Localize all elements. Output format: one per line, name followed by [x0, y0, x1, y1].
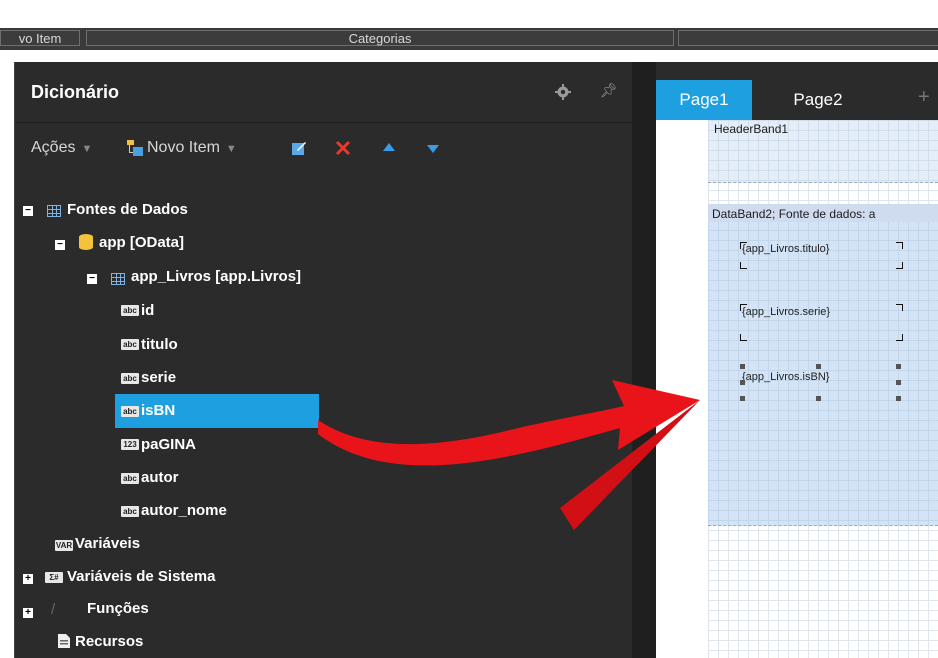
document-icon: [58, 634, 70, 648]
arrow-up-icon[interactable]: [381, 140, 397, 156]
string-type-icon: abc: [121, 406, 139, 417]
header-band-label: HeaderBand1: [714, 122, 789, 136]
tree-item-functions[interactable]: Funções: [87, 598, 149, 620]
table-icon: [47, 205, 61, 217]
tree-item-system-variables[interactable]: Variáveis de Sistema: [67, 566, 215, 588]
actions-menu[interactable]: Ações ▼: [31, 137, 92, 159]
resize-handle[interactable]: [816, 364, 821, 369]
panel-divider: [632, 62, 656, 658]
collapse-icon[interactable]: −: [55, 240, 65, 250]
field-corner: [896, 242, 903, 249]
tree-item-data-sources[interactable]: Fontes de Dados: [67, 199, 188, 221]
string-type-icon: abc: [121, 305, 139, 316]
new-item-menu[interactable]: Novo Item ▼: [147, 137, 237, 159]
expand-icon[interactable]: +: [23, 608, 33, 618]
pin-icon[interactable]: 📌︎: [600, 82, 618, 99]
add-page-icon[interactable]: +: [918, 86, 930, 109]
resize-handle[interactable]: [740, 364, 745, 369]
report-designer: Page1 Page2 + HeaderBand1 DataBand2; Fon…: [656, 62, 938, 658]
new-item-icon: [127, 140, 143, 156]
tree-item-variables[interactable]: Variáveis: [75, 533, 140, 555]
actions-label: Ações: [31, 139, 76, 156]
top-toolbar: vo Item Categorias: [0, 28, 938, 50]
designer-window: vo Item Categorias Dicionário 📌︎ Ações ▼ …: [0, 0, 938, 658]
dictionary-panel: Dicionário 📌︎ Ações ▼ Novo Item ▼ − Font…: [14, 62, 633, 658]
field-corner: [896, 304, 903, 311]
string-type-icon: abc: [121, 473, 139, 484]
number-type-icon: 123: [121, 439, 139, 450]
tree-item-column-isbn[interactable]: isBN: [141, 400, 175, 422]
function-icon: /: [51, 601, 56, 618]
tree-item-column-autor-nome[interactable]: autor_nome: [141, 500, 227, 522]
data-band-label: DataBand2; Fonte de dados: a: [712, 207, 876, 221]
gear-icon[interactable]: [555, 84, 571, 100]
arrow-down-icon[interactable]: [425, 140, 441, 156]
expand-icon[interactable]: +: [23, 574, 33, 584]
tree-item-column-serie[interactable]: serie: [141, 367, 176, 389]
divider: [15, 122, 633, 123]
text-field-serie[interactable]: {app_Livros.serie}: [742, 306, 830, 318]
panel-title: Dicionário: [31, 82, 120, 102]
collapse-icon[interactable]: −: [23, 206, 33, 216]
variable-icon: VAR: [55, 540, 73, 551]
page-tabs: Page1 Page2 +: [656, 62, 938, 120]
string-type-icon: abc: [121, 373, 139, 384]
field-corner: [740, 334, 747, 341]
edit-icon[interactable]: [291, 140, 307, 156]
new-item-label: Novo Item: [147, 139, 220, 156]
tree-item-table[interactable]: app_Livros [app.Livros]: [131, 266, 301, 288]
chevron-down-icon: ▼: [225, 143, 237, 155]
text-field-titulo[interactable]: {app_Livros.titulo}: [742, 243, 829, 255]
field-corner: [896, 334, 903, 341]
collapse-icon[interactable]: −: [87, 274, 97, 284]
string-type-icon: abc: [121, 506, 139, 517]
tab-page1[interactable]: Page1: [656, 80, 752, 120]
tree-item-column-id[interactable]: id: [141, 300, 154, 322]
tree-item-column-titulo[interactable]: titulo: [141, 334, 178, 356]
field-corner: [896, 262, 903, 269]
field-corner: [740, 262, 747, 269]
new-item-toolbar-button[interactable]: vo Item: [0, 30, 80, 46]
tree-item-connection[interactable]: app [OData]: [99, 232, 184, 254]
system-variable-icon: Σ#: [45, 572, 63, 583]
text-field-isbn[interactable]: {app_Livros.isBN}: [742, 371, 829, 383]
resize-handle[interactable]: [896, 396, 901, 401]
chevron-down-icon: ▼: [81, 143, 93, 155]
tree-item-resources[interactable]: Recursos: [75, 631, 143, 653]
table-icon: [111, 273, 125, 285]
tree-item-column-pagina[interactable]: paGINA: [141, 434, 196, 456]
resize-handle[interactable]: [896, 364, 901, 369]
categories-toolbar-button[interactable]: Categorias: [86, 30, 674, 46]
resize-handle[interactable]: [816, 396, 821, 401]
string-type-icon: abc: [121, 339, 139, 350]
toolbar-empty-button[interactable]: [678, 30, 938, 46]
tab-page2[interactable]: Page2: [768, 80, 868, 120]
resize-handle[interactable]: [740, 380, 745, 385]
database-icon: [79, 234, 93, 250]
resize-handle[interactable]: [896, 380, 901, 385]
delete-icon[interactable]: [335, 140, 351, 156]
tree-item-column-autor[interactable]: autor: [141, 467, 179, 489]
resize-handle[interactable]: [740, 396, 745, 401]
